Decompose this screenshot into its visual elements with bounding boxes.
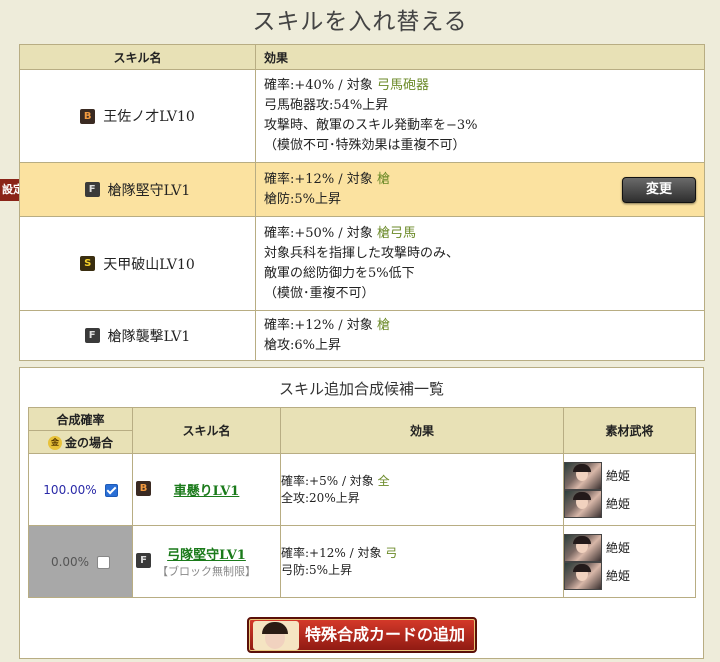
material-general[interactable]: 絶姫 <box>564 461 695 490</box>
gold-case-label: 金の場合 <box>64 435 113 450</box>
effect-target: 槍弓馬 <box>376 225 416 241</box>
character-face-icon <box>253 621 299 650</box>
header-effect: 効果 <box>255 44 705 70</box>
rank-badge: F <box>136 553 151 568</box>
skill-effect-cell: 確率:+12% / 対象 槍 槍攻:6%上昇 <box>255 310 705 361</box>
gold-coin-icon: 金 <box>47 436 62 450</box>
change-button[interactable]: 変更 <box>622 177 696 203</box>
skill-row[interactable]: F 槍隊襲撃LV1 確率:+12% / 対象 槍 槍攻:6%上昇 <box>19 310 705 361</box>
candidate-title: スキル追加合成候補一覧 <box>278 380 444 398</box>
candidate-table: 合成確率 スキル名 効果 素材武将 金金の場合 100.00% B 車懸りLV1… <box>28 407 696 598</box>
skill-effect-cell: 確率:+40% / 対象 弓馬砲器 弓馬砲器攻:54%上昇 攻撃時、敵軍のスキル… <box>255 69 705 163</box>
general-portrait <box>564 461 602 490</box>
rank-badge: B <box>136 481 151 496</box>
skill-row[interactable]: S 天甲破山LV10 確率:+50% / 対象 槍弓馬 対象兵科を指揮した攻撃時の… <box>19 216 705 311</box>
material-general[interactable]: 絶姫 <box>564 561 695 590</box>
effect-line: 敵軍の総防御力を5%低下 <box>264 265 415 281</box>
effect-target: 全 <box>377 473 390 488</box>
material-general[interactable]: 絶姫 <box>564 533 695 562</box>
candidate-skill-link[interactable]: 車懸りLV1 <box>174 484 240 499</box>
effect-line: （模倣不可･特殊効果は重複不可） <box>264 138 466 153</box>
select-checkbox[interactable] <box>104 483 118 497</box>
material-name: 絶姫 <box>606 469 631 483</box>
header-skill-name: スキル名 <box>132 407 281 454</box>
skill-name: 天甲破山LV10 <box>103 256 195 273</box>
general-portrait <box>564 561 602 590</box>
candidate-name-cell: B 車懸りLV1 <box>132 453 281 526</box>
rank-badge: F <box>84 182 100 197</box>
skill-effect-cell: 確率:+50% / 対象 槍弓馬 対象兵科を指揮した攻撃時のみ、 敵軍の総防御力… <box>255 216 705 311</box>
effect-line: 弓防:5%上昇 <box>281 562 353 577</box>
block-unlimited-note: 【ブロック無制限】 <box>157 565 256 578</box>
skill-row-selected[interactable]: F 槍隊堅守LV1 確率:+12% / 対象 槍 槍防:5%上昇 変更 <box>19 162 705 217</box>
effect-line: 槍攻:6%上昇 <box>264 337 342 353</box>
skill-table: スキル名 効果 B 王佐ノ才LV10 確率:+40% / 対象 弓馬砲器 弓馬砲器… <box>19 44 705 361</box>
skill-effect-cell: 確率:+12% / 対象 槍 槍防:5%上昇 変更 <box>255 162 705 217</box>
material-cell: 絶姫 絶姫 <box>563 453 696 526</box>
skill-name: 王佐ノ才LV10 <box>103 109 195 125</box>
rate-value: 0.00% <box>50 554 90 569</box>
rank-badge: F <box>84 328 100 343</box>
general-portrait <box>564 489 602 518</box>
skill-name-cell: F 槍隊堅守LV1 <box>19 162 256 217</box>
rate-cell: 0.00% <box>28 525 133 598</box>
effect-line: （模倣･重複不可） <box>264 285 375 301</box>
add-special-card-label: 特殊合成カードの追加 <box>304 625 465 644</box>
effect-rate: 確率:+50% / 対象 <box>264 225 377 241</box>
header-effect: 効果 <box>280 407 564 454</box>
skill-name: 槍隊堅守LV1 <box>107 182 191 199</box>
candidate-row: 100.00% B 車懸りLV1 確率:+5% / 対象 全 全攻:20%上昇 … <box>28 453 696 526</box>
effect-rate: 確率:+40% / 対象 <box>264 78 377 93</box>
candidate-effect-cell: 確率:+12% / 対象 弓 弓防:5%上昇 <box>280 525 564 598</box>
rank-badge: B <box>80 108 96 124</box>
header-rate: 合成確率 <box>28 407 133 431</box>
skill-name-cell: F 槍隊襲撃LV1 <box>19 310 256 361</box>
skill-name-cell: B 王佐ノ才LV10 <box>19 69 256 163</box>
material-cell: 絶姫 絶姫 <box>563 525 696 598</box>
skill-name-cell: S 天甲破山LV10 <box>19 216 256 311</box>
general-portrait <box>564 533 602 562</box>
candidate-panel: スキル追加合成候補一覧 合成確率 スキル名 効果 素材武将 金金の場合 100.… <box>19 367 704 659</box>
candidate-row: 0.00% F 弓隊堅守LV1 【ブロック無制限】 確率:+12% / 対象 弓… <box>28 525 696 598</box>
effect-target: 弓馬砲器 <box>376 78 429 93</box>
effect-rate: 確率:+12% / 対象 <box>281 545 386 560</box>
effect-rate: 確率:+5% / 対象 <box>281 473 378 488</box>
candidate-name-cell: F 弓隊堅守LV1 【ブロック無制限】 <box>132 525 281 598</box>
material-name: 絶姫 <box>606 569 631 583</box>
select-checkbox[interactable] <box>97 555 111 569</box>
header-material: 素材武将 <box>563 407 696 454</box>
effect-target: 弓 <box>385 545 398 560</box>
material-general[interactable]: 絶姫 <box>564 489 695 518</box>
effect-line: 全攻:20%上昇 <box>281 490 360 505</box>
candidate-skill-link[interactable]: 弓隊堅守LV1 <box>167 548 246 563</box>
page-title: スキルを入れ替える <box>252 9 468 35</box>
material-name: 絶姫 <box>606 497 631 511</box>
candidate-effect-cell: 確率:+5% / 対象 全 全攻:20%上昇 <box>280 453 564 526</box>
rank-badge: S <box>80 256 96 271</box>
header-skill-name: スキル名 <box>19 44 256 70</box>
effect-line: 攻撃時、敵軍のスキル発動率を−3% <box>264 118 478 133</box>
material-name: 絶姫 <box>606 541 631 555</box>
skill-row[interactable]: B 王佐ノ才LV10 確率:+40% / 対象 弓馬砲器 弓馬砲器攻:54%上昇 … <box>19 69 705 163</box>
effect-target: 槍 <box>376 171 390 187</box>
rate-cell: 100.00% <box>28 453 133 526</box>
add-special-card-button[interactable]: 特殊合成カードの追加 <box>247 617 477 653</box>
effect-line: 弓馬砲器攻:54%上昇 <box>264 98 389 113</box>
rate-value: 100.00% <box>43 482 97 497</box>
effect-rate: 確率:+12% / 対象 <box>264 317 377 333</box>
effect-rate: 確率:+12% / 対象 <box>264 171 377 187</box>
effect-line: 対象兵科を指揮した攻撃時のみ、 <box>264 245 460 261</box>
skill-name: 槍隊襲撃LV1 <box>107 328 191 345</box>
effect-target: 槍 <box>376 317 390 333</box>
header-gold-case: 金金の場合 <box>28 430 133 454</box>
